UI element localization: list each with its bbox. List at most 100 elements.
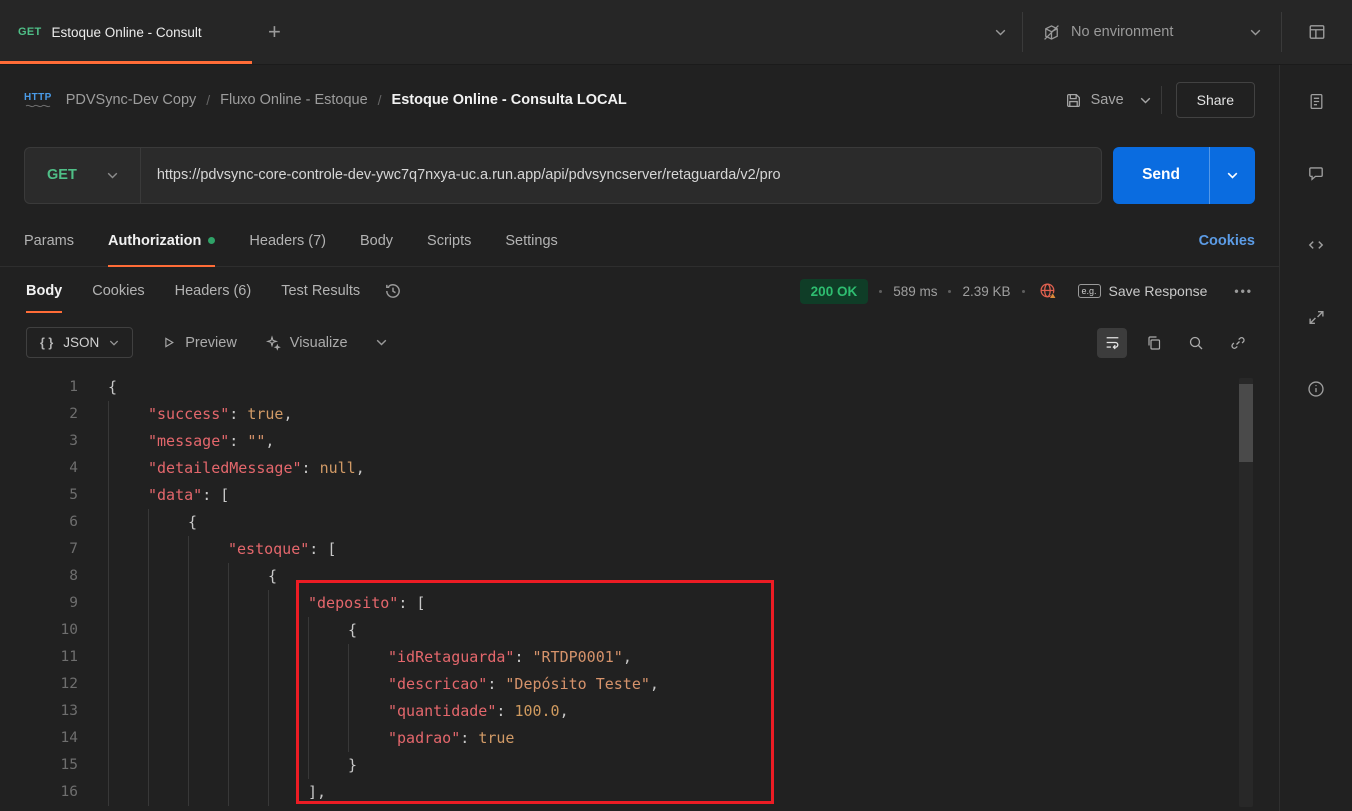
line-content: "padrao": true — [108, 725, 514, 752]
token-key: "estoque" — [228, 540, 310, 558]
token-key: "deposito" — [308, 594, 399, 612]
visualize-label: Visualize — [289, 334, 348, 351]
environment-quick-look-icon[interactable] — [1282, 23, 1352, 41]
response-size[interactable]: 2.39 KB — [962, 284, 1010, 299]
network-warning-globe-icon[interactable] — [1039, 282, 1058, 301]
cookies-link[interactable]: Cookies — [1199, 233, 1255, 249]
indent-guide — [308, 617, 348, 644]
response-body-viewer[interactable]: 1{2 "success": true, 3 "message": "", 4 "deta… — [0, 370, 1279, 811]
request-tab-estoque-online[interactable]: GET Estoque Online - Consult — [0, 0, 252, 64]
documentation-icon[interactable] — [1299, 84, 1333, 118]
line-number: 2 — [69, 406, 78, 422]
save-response-button[interactable]: e.g. Save Response — [1077, 283, 1207, 299]
top-tab-bar: GET Estoque Online - Consult + No enviro… — [0, 0, 1352, 65]
line-number: 7 — [69, 541, 78, 557]
code-line-7: 7 "estoque": [ — [0, 536, 1279, 563]
response-history-icon[interactable] — [384, 282, 402, 300]
info-icon[interactable] — [1299, 372, 1333, 406]
preview-button[interactable]: Preview — [161, 335, 237, 351]
indent-guide — [108, 428, 148, 455]
token-pun: , — [355, 459, 365, 477]
response-header-row: Body Cookies Headers (6) Test Results 200 O… — [0, 267, 1279, 315]
tab-label: Scripts — [427, 232, 472, 249]
search-response-icon[interactable] — [1181, 328, 1211, 358]
breadcrumb-folder[interactable]: Fluxo Online - Estoque — [220, 92, 368, 108]
environment-selector[interactable]: No environment — [1023, 24, 1281, 41]
breadcrumb-collection[interactable]: PDVSync-Dev Copy — [66, 92, 197, 108]
response-toolbar: { } JSON Preview Visualize — [0, 315, 1279, 370]
token-key: "data" — [148, 486, 203, 504]
token-pun: { — [348, 621, 358, 639]
indent-guide — [108, 644, 148, 671]
more-options-icon[interactable]: ••• — [1234, 284, 1253, 298]
indent-guide — [228, 725, 268, 752]
comments-icon[interactable] — [1299, 156, 1333, 190]
breadcrumb-request-name[interactable]: Estoque Online - Consulta LOCAL — [392, 92, 627, 108]
vertical-scrollbar[interactable] — [1239, 378, 1253, 807]
url-bar: GET https://pdvsync-core-controle-dev-yw… — [24, 146, 1103, 204]
tab-overflow-chevron[interactable] — [979, 29, 1022, 36]
token-pun: , — [622, 648, 632, 666]
wrap-text-toggle[interactable] — [1097, 327, 1127, 358]
indent-guide — [148, 698, 188, 725]
indent-guide — [188, 536, 228, 563]
token-pun: , — [283, 405, 293, 423]
line-content: "message": "", — [108, 428, 274, 455]
add-tab-button[interactable]: + — [268, 21, 281, 43]
copy-response-icon[interactable] — [1139, 328, 1169, 358]
scrollbar-thumb[interactable] — [1239, 384, 1253, 462]
response-format-select[interactable]: { } JSON — [26, 327, 134, 358]
indent-guide — [308, 725, 348, 752]
indent-guide — [268, 644, 308, 671]
indent-guide — [308, 698, 348, 725]
token-pun: { — [188, 513, 198, 531]
method-selector[interactable]: GET — [25, 148, 140, 203]
token-pun: : — [514, 648, 533, 666]
response-tab-body[interactable]: Body — [26, 267, 63, 315]
request-tab-body[interactable]: Body — [360, 215, 393, 266]
token-pun: : — [229, 432, 248, 450]
related-requests-icon[interactable] — [1299, 300, 1333, 334]
indent-guide — [108, 617, 148, 644]
send-button[interactable]: Send — [1113, 147, 1209, 204]
indent-guide — [228, 779, 268, 806]
save-button[interactable]: Save — [1059, 86, 1130, 115]
share-button[interactable]: Share — [1175, 82, 1255, 118]
response-tab-headers-6[interactable]: Headers (6) — [175, 267, 252, 315]
request-tab-scripts[interactable]: Scripts — [427, 215, 471, 266]
token-pun: : — [229, 405, 248, 423]
code-snippet-icon[interactable] — [1299, 228, 1333, 262]
line-content: { — [108, 374, 117, 401]
topbar-right-controls: No environment — [979, 0, 1352, 64]
indent-guide — [348, 725, 388, 752]
indent-guide — [108, 563, 148, 590]
visualize-button[interactable]: Visualize — [265, 335, 348, 351]
request-tab-settings[interactable]: Settings — [505, 215, 557, 266]
response-tabs: Body Cookies Headers (6) Test Results — [26, 267, 360, 315]
response-time[interactable]: 589 ms — [893, 284, 937, 299]
request-tab-headers-7[interactable]: Headers (7) — [249, 215, 326, 266]
line-number: 3 — [69, 433, 78, 449]
status-badge[interactable]: 200 OK — [799, 278, 869, 304]
token-pun: : — [301, 459, 320, 477]
line-content: "deposito": [ — [108, 590, 425, 617]
content-dot — [208, 237, 216, 244]
response-tab-cookies[interactable]: Cookies — [92, 267, 144, 315]
no-environment-icon — [1043, 24, 1060, 41]
send-options-chevron[interactable] — [1209, 146, 1255, 204]
request-tab-authorization[interactable]: Authorization — [107, 215, 216, 267]
line-number: 16 — [60, 784, 78, 800]
line-content: "success": true, — [108, 401, 293, 428]
visualize-chevron-icon[interactable] — [376, 339, 387, 346]
indent-guide — [228, 752, 268, 779]
tab-label: Params — [24, 232, 74, 249]
indent-guide — [228, 671, 268, 698]
token-key: "padrao" — [388, 729, 461, 747]
response-tab-test-results[interactable]: Test Results — [281, 267, 360, 315]
environment-label: No environment — [1071, 24, 1174, 40]
url-input[interactable]: https://pdvsync-core-controle-dev-ywc7q7… — [141, 167, 1101, 183]
save-options-chevron[interactable] — [1130, 97, 1161, 104]
code-line-13: 13 "quantidade": 100.0, — [0, 698, 1279, 725]
request-tab-params[interactable]: Params — [24, 215, 74, 266]
link-icon[interactable] — [1223, 328, 1253, 358]
